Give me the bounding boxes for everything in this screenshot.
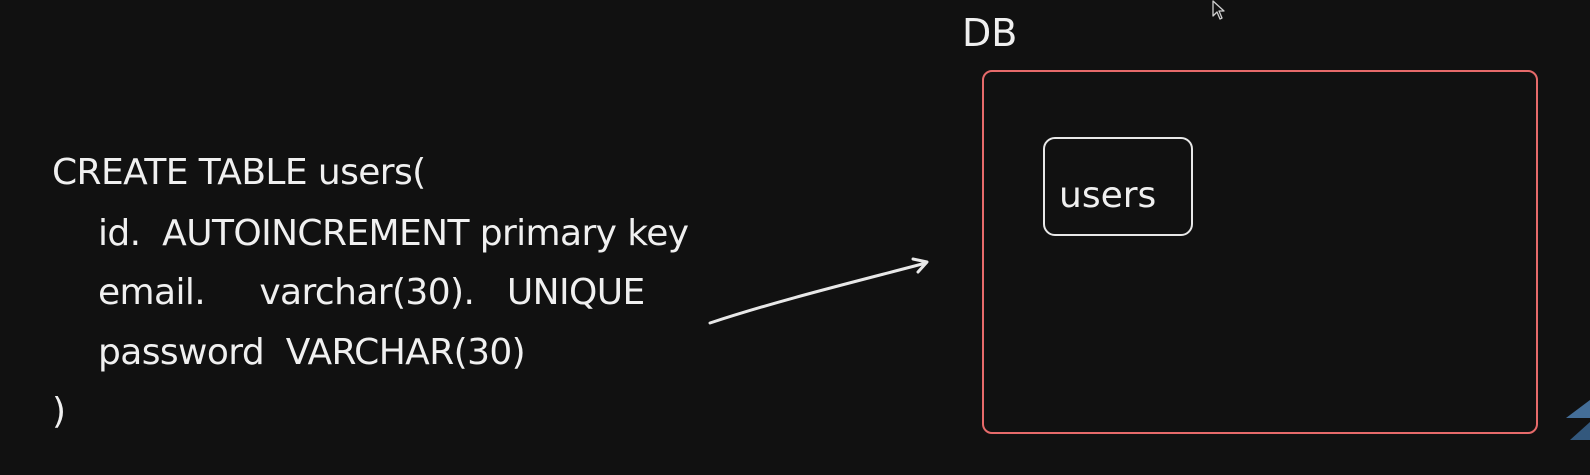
cursor-icon xyxy=(1212,0,1225,20)
database-box xyxy=(982,70,1538,434)
corner-logo-icon xyxy=(1566,400,1590,440)
db-label: DB xyxy=(962,11,1018,55)
users-table-label: users xyxy=(1059,175,1157,216)
diagram-canvas: CREATE TABLE users( id. AUTOINCREMENT pr… xyxy=(0,0,1590,475)
